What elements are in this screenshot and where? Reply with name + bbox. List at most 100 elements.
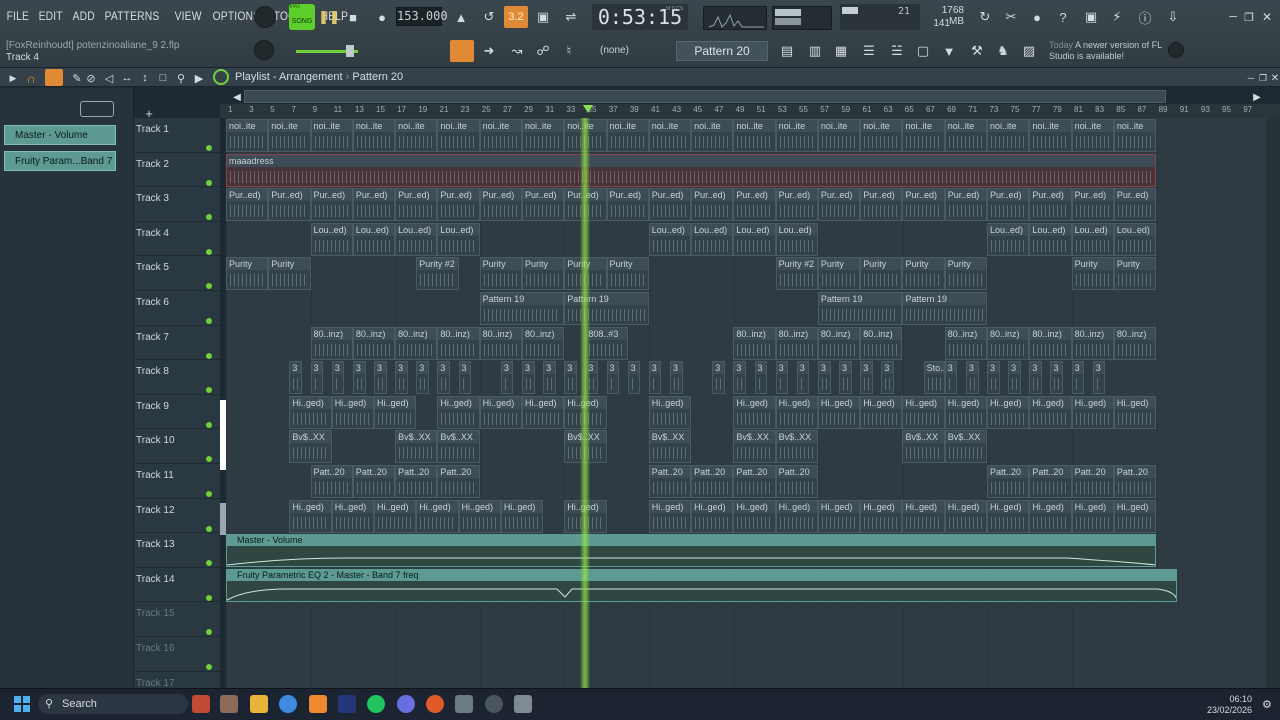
playlist-clip[interactable]: Pur..ed): [395, 188, 438, 222]
pitch-knob[interactable]: [254, 40, 274, 60]
blend-notes-icon[interactable]: ▣: [532, 6, 554, 28]
discord-icon[interactable]: [397, 695, 415, 713]
playlist-clip[interactable]: 3: [627, 361, 641, 395]
track-active-led-icon[interactable]: [206, 525, 212, 532]
playlist-clip[interactable]: 80..inz): [987, 326, 1030, 360]
playlist-clip[interactable]: Hi..ged): [902, 395, 945, 429]
playlist-clip[interactable]: 3: [839, 361, 852, 395]
playlist-clip[interactable]: 80..inz): [310, 326, 353, 360]
track-header[interactable]: Track 13: [134, 533, 220, 568]
playlist-clip[interactable]: Hi..ged): [648, 395, 692, 429]
playlist-clip[interactable]: Patt..20: [352, 465, 396, 498]
windows-start-icon[interactable]: [14, 696, 30, 712]
playlist-clip[interactable]: noi..ite: [860, 119, 903, 152]
playlist-clip[interactable]: Hi..ged): [817, 395, 861, 429]
taskbar-app-icon-2[interactable]: [220, 695, 238, 713]
playlist-clip[interactable]: Lou..ed): [987, 222, 1030, 256]
plugin-icon[interactable]: ⚡: [1106, 6, 1128, 28]
playlist-clip[interactable]: Hi..ged): [860, 395, 903, 429]
playlist-clip[interactable]: Lou..ed): [775, 222, 818, 256]
download-icon[interactable]: ⇩: [1162, 6, 1184, 28]
playlist-clip[interactable]: Hi..ged): [733, 499, 776, 533]
chrome-icon[interactable]: [279, 695, 297, 713]
playlist-clip[interactable]: Purity: [860, 257, 903, 291]
playlist-clip[interactable]: 80..inz): [860, 326, 903, 360]
track-active-led-icon[interactable]: [206, 283, 212, 290]
track-active-led-icon[interactable]: [206, 456, 212, 463]
track-active-led-icon[interactable]: [206, 421, 212, 428]
info-icon[interactable]: ⓘ: [1134, 6, 1156, 28]
track-active-led-icon[interactable]: [206, 594, 212, 601]
playlist-clip[interactable]: Pur..ed): [902, 188, 945, 222]
playlist-clip[interactable]: 3: [331, 361, 345, 395]
playlist-clip[interactable]: Hi..ged): [373, 395, 417, 429]
playlist-clip[interactable]: Pur..ed): [733, 188, 776, 222]
menu-item-view[interactable]: VIEW: [172, 9, 204, 23]
track-header[interactable]: Track 10: [134, 429, 220, 464]
playlist-clip[interactable]: Lou..ed): [1113, 222, 1157, 256]
playlist-clip[interactable]: noi..ite: [226, 119, 269, 152]
playlist-clip[interactable]: 80..inz): [775, 326, 818, 360]
browser-icon[interactable]: ☱: [886, 40, 908, 62]
channel-selector[interactable]: (none): [600, 42, 654, 60]
playlist-clip[interactable]: Patt..20: [437, 465, 480, 498]
playlist-clip[interactable]: 3: [733, 361, 747, 395]
playlist-clip[interactable]: Purity: [479, 257, 522, 291]
playlist-clip[interactable]: Bv$..XX: [395, 430, 438, 464]
playlist-clip[interactable]: Pur..ed): [437, 188, 480, 222]
stamp-icon[interactable]: ♮: [558, 40, 580, 62]
playlist-clip[interactable]: 3: [437, 361, 451, 395]
mic-icon[interactable]: ●: [1026, 6, 1048, 28]
channel-rack-icon[interactable]: ▥: [804, 40, 826, 62]
playlist-clip[interactable]: 80..inz): [944, 326, 988, 360]
track-header[interactable]: Track 11: [134, 464, 220, 499]
steam-icon[interactable]: [485, 695, 503, 713]
track-active-led-icon[interactable]: [206, 629, 212, 636]
playlist-clip[interactable]: Pur..ed): [606, 188, 649, 222]
vertical-scrollbar[interactable]: [1266, 118, 1280, 688]
playlist-clip[interactable]: noi..ite: [1113, 119, 1157, 152]
playlist-clip[interactable]: Purity #2: [775, 257, 818, 291]
playlist-clip[interactable]: Pur..ed): [521, 188, 565, 222]
track-header[interactable]: Track 8: [134, 360, 220, 395]
playlist-clip[interactable]: Purity: [1113, 257, 1157, 291]
playlist-clip[interactable]: noi..ite: [395, 119, 438, 152]
playlist-clip[interactable]: noi..ite: [817, 119, 861, 152]
playlist-clip[interactable]: Purity: [902, 257, 945, 291]
track-active-led-icon[interactable]: [206, 318, 212, 324]
playlist-clip[interactable]: 80..inz): [1113, 326, 1157, 360]
playlist-clip[interactable]: Patt..20: [1113, 465, 1157, 498]
track-active-led-icon[interactable]: [206, 664, 212, 670]
playlist-clip[interactable]: Hi..ged): [860, 499, 903, 533]
tools-icon[interactable]: ⚒: [966, 40, 988, 62]
playlist-clip[interactable]: 3: [606, 361, 620, 395]
playlist-clip[interactable]: Hi..ged): [416, 499, 459, 533]
playlist-clip[interactable]: 3: [712, 361, 725, 395]
track-active-led-icon[interactable]: [206, 145, 212, 151]
track-header[interactable]: Track 12: [134, 499, 220, 534]
firefox-icon[interactable]: [426, 695, 444, 713]
playlist-clip[interactable]: 80..inz): [817, 326, 861, 360]
playlist-clip[interactable]: 80..inz): [1029, 326, 1072, 360]
playlist-clip[interactable]: Pur..ed): [944, 188, 988, 222]
menu-item-add[interactable]: ADD: [70, 9, 97, 23]
playlist-clip[interactable]: 3: [543, 361, 556, 395]
playlist-clip[interactable]: Patt..20: [395, 465, 438, 498]
stop-icon[interactable]: ■: [342, 6, 364, 28]
playlist-clip[interactable]: Pur..ed): [775, 188, 818, 222]
playlist-clip[interactable]: Pur..ed): [817, 188, 861, 222]
mixer-faders-icon[interactable]: ☰: [858, 40, 880, 62]
piano-roll-icon[interactable]: ▦: [830, 40, 852, 62]
playlist-clip[interactable]: Patt..20: [733, 465, 776, 498]
playlist-clip[interactable]: maaadress: [226, 153, 1157, 187]
sampler-icon[interactable]: ♞: [992, 40, 1014, 62]
playlist-clip[interactable]: noi..ite: [479, 119, 522, 152]
playlist-clip[interactable]: Hi..ged): [331, 395, 374, 429]
undo-icon[interactable]: ↻: [974, 6, 996, 28]
automation-clip-master-volume[interactable]: Master - Volume: [226, 534, 1158, 568]
playlist-clip[interactable]: Lou..ed): [691, 222, 734, 256]
taskbar-app-icon[interactable]: [192, 695, 210, 713]
playlist-clip[interactable]: Patt..20: [310, 465, 353, 498]
slider-handle[interactable]: [346, 45, 354, 57]
playlist-clip[interactable]: noi..ite: [352, 119, 396, 152]
